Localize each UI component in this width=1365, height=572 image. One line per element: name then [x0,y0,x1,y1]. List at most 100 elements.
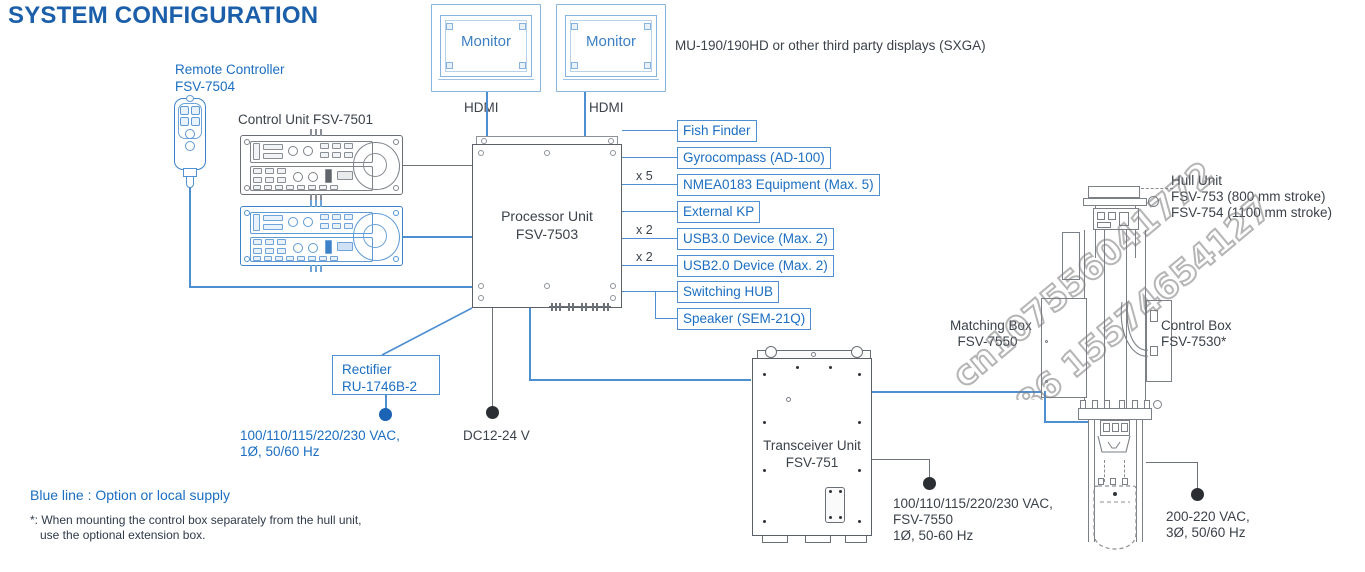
hull-motor-detail-2 [1108,212,1116,220]
monitor-2-screw-tl [571,23,578,30]
monitor-1-screw-tr [519,23,526,30]
hull-flange-plate [1078,408,1152,420]
cable-processor-rectifier [381,307,473,356]
cu1-key-s [286,185,294,190]
processor-screw-tc [544,150,550,156]
trx-screw-4 [857,373,861,377]
monitor-2-label: Monitor [585,33,637,50]
remote-top-button [186,95,194,102]
monitor-1-stand [438,79,534,88]
rectifier-model: RU-1746B-2 [342,379,418,394]
peripheral-box-nmea0183[interactable]: NMEA0183 Equipment (Max. 5) [677,174,880,196]
peripheral-box-usb20[interactable]: USB2.0 Device (Max. 2) [677,255,834,277]
remote-minus-button [185,141,195,151]
hull-column-inner-l [1104,230,1106,410]
transceiver-handle-left [765,346,777,358]
monitor-1-label: Monitor [460,33,512,50]
remote-controller-model: FSV-7504 [175,79,236,94]
hull-dashed-ref-top [1141,188,1173,192]
processor-screw-br [610,283,616,289]
cable-hull-power-v [1197,462,1199,491]
hull-motor-detail-1 [1097,212,1105,220]
cu1-key-g [320,152,329,158]
transceiver-power-label: 100/110/115/220/230 VAC, FSV-7550 1Ø, 50… [893,496,1053,543]
cu1-key-j [253,168,262,174]
cu2-key-a [253,214,260,231]
hull-gate-detail-2 [1112,423,1119,432]
cu2-trackball [363,224,387,248]
cu2-key-b [263,215,283,221]
cu2-mount-top-3 [320,200,322,207]
hull-pulley [1148,196,1159,207]
remote-plus-button [185,129,195,139]
cu1-key-o [277,177,286,183]
cable-usb20 [622,265,677,267]
cu2-mount-top-2 [315,200,317,207]
cable-switching-hub-h [622,291,656,293]
monitor-2-stand [563,79,659,88]
peripheral-box-gyrocompass[interactable]: Gyrocompass (AD-100) [677,147,831,169]
control-unit-primary [240,129,403,201]
multiplier-usb30: x 2 [636,223,653,237]
cu1-knob-3 [293,172,303,182]
cu2-key-n [265,248,274,254]
cable-monitor1 [486,92,488,142]
cu2-key-q [264,256,272,261]
trx-screw-9 [763,519,767,523]
monitor-2-screw-bl [571,62,578,69]
cu1-key-f [344,143,353,149]
monitor-1-screw-bl [446,62,453,69]
hull-gate-detail-3 [1121,423,1128,432]
trx-screw-5 [763,421,767,425]
cu1-key-d [320,143,329,149]
processor-screw-bl [478,283,484,289]
cu1-key-p [253,185,261,190]
peripheral-box-switching-hub[interactable]: Switching HUB [677,281,780,303]
hull-motor-detail-4 [1097,222,1111,228]
cable-control-unit-1 [403,165,472,167]
rectifier-box[interactable]: Rectifier RU-1746B-2 [332,355,440,395]
cu2-key-c [263,224,283,230]
trx-screw-2 [796,366,800,370]
transceiver-model: FSV-751 [785,455,839,470]
cu1-key-m [253,177,262,183]
monitor-1: Monitor [431,4,541,92]
cu1-screw-tl [244,139,250,145]
transceiver-power-terminal [923,477,936,490]
processor-unit: Processor Unit FSV-7503 [472,144,622,308]
cable-switching-hub-h2 [655,291,677,293]
remote-cable-down [189,187,191,287]
trx-terminal-cover [825,487,845,523]
hull-transducer-mount [1097,435,1131,453]
cu1-knob-2 [303,146,313,156]
peripheral-box-external-kp[interactable]: External KP [677,201,761,223]
multiplier-nmea0183: x 5 [636,169,653,183]
dc-power-terminal [486,406,499,419]
transceiver-name: Transceiver Unit [763,438,861,453]
monitor-1-port-label: HDMI [464,100,499,115]
cu2-display-2 [337,242,353,251]
cu2-key-m [253,248,262,254]
matching-box-screw-2 [1045,380,1048,383]
cu1-key-w [330,185,338,190]
cu2-key-l [277,239,286,245]
cu1-key-q [264,185,272,190]
cu1-key-c [263,153,283,159]
cu2-key-i [344,223,353,229]
transceiver-leg-1 [762,536,788,543]
hull-bolt-3 [1104,400,1110,409]
cu2-key-r [275,256,283,261]
monitor-1-screw-br [519,62,526,69]
cu2-key-g [320,223,329,229]
cu1-screw-tr [393,139,399,145]
cu1-trackball [363,153,387,177]
peripheral-box-speaker[interactable]: Speaker (SEM-21Q) [677,308,812,330]
peripheral-box-usb30[interactable]: USB3.0 Device (Max. 2) [677,228,834,250]
cu2-screw-tl [244,210,250,216]
control-unit-optional [240,200,403,272]
peripheral-box-fish-finder[interactable]: Fish Finder [677,120,757,142]
processor-screw-tl [478,150,484,156]
hull-gate-detail-1 [1103,423,1110,432]
cu1-key-r [275,185,283,190]
trx-screw-3 [829,366,833,370]
